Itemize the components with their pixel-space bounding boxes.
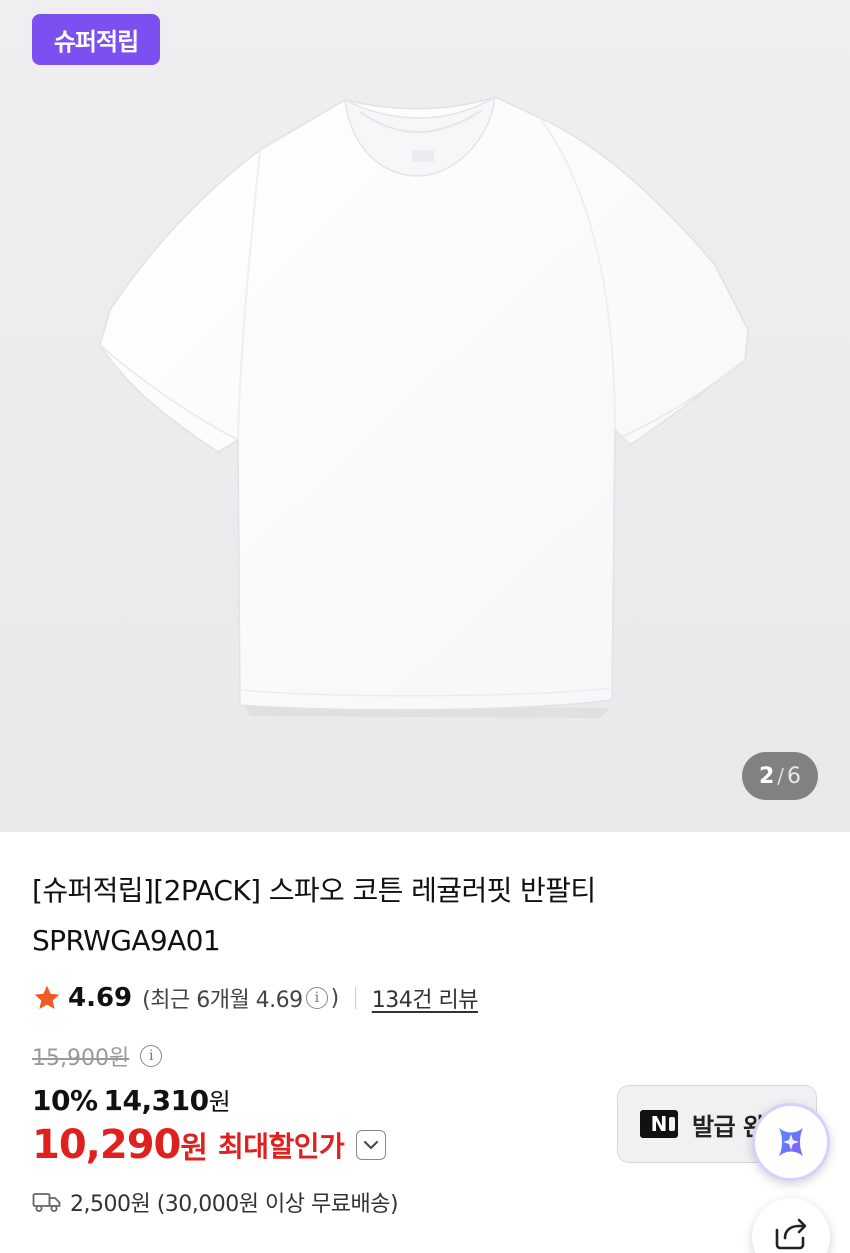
truck-icon xyxy=(32,1193,61,1212)
chevron-down-icon[interactable] xyxy=(356,1130,387,1160)
reviews-link[interactable]: 134건 리뷰 xyxy=(372,982,479,1014)
rating-row: 4.69 (최근 6개월 4.69 i ) 134건 리뷰 xyxy=(32,978,478,1018)
max-discount-won: 원 xyxy=(180,1131,208,1166)
original-price: 15,900원 xyxy=(32,1046,130,1071)
original-price-row: 15,900원 i xyxy=(32,1040,165,1072)
product-image-carousel[interactable]: 슈퍼적립 2 / 6 xyxy=(0,0,850,832)
sale-price: 14,310 xyxy=(103,1084,210,1117)
share-icon xyxy=(775,1218,807,1250)
rating-score: 4.69 xyxy=(68,983,133,1013)
image-counter-current: 2 xyxy=(758,763,775,789)
divider xyxy=(354,987,356,1009)
image-counter-separator: / xyxy=(777,764,785,788)
recent-rating-text: (최근 6개월 4.69 xyxy=(142,988,303,1013)
price-info-icon[interactable]: i xyxy=(140,1045,163,1067)
product-image-tshirt xyxy=(0,0,850,832)
share-button[interactable] xyxy=(752,1198,830,1253)
super-points-badge: 슈퍼적립 xyxy=(32,14,160,65)
product-title-line2: SPRWGA9A01 xyxy=(32,924,221,957)
product-title: [슈퍼적립][2PACK] 스파오 코튼 레귤러핏 반팔티 SPRWGA9A01 xyxy=(32,866,732,966)
product-title-line1: [슈퍼적립][2PACK] 스파오 코튼 레귤러핏 반팔티 xyxy=(32,874,596,907)
naver-logo: N xyxy=(640,1110,678,1138)
max-discount-price: 10,290 xyxy=(32,1122,181,1168)
info-icon[interactable]: i xyxy=(305,987,328,1009)
recent-rating: (최근 6개월 4.69 i ) xyxy=(142,982,339,1014)
shipping-row: 2,500원 (30,000원 이상 무료배송) xyxy=(32,1186,399,1218)
sale-price-won: 원 xyxy=(208,1088,231,1116)
star-icon xyxy=(34,985,60,1009)
ai-assistant-button[interactable] xyxy=(752,1103,830,1181)
image-counter: 2 / 6 xyxy=(742,752,818,800)
ai-sparkle-icon xyxy=(779,1128,803,1156)
max-discount-row[interactable]: 10,290 원 최대할인가 xyxy=(32,1122,387,1168)
discount-percent: 10% xyxy=(32,1084,98,1117)
recent-rating-close: ) xyxy=(330,985,340,1011)
max-discount-label: 최대할인가 xyxy=(217,1130,345,1163)
shipping-text: 2,500원 (30,000원 이상 무료배송) xyxy=(70,1192,399,1217)
sale-price-row: 10% 14,310 원 xyxy=(32,1082,231,1117)
image-counter-total: 6 xyxy=(787,763,802,789)
